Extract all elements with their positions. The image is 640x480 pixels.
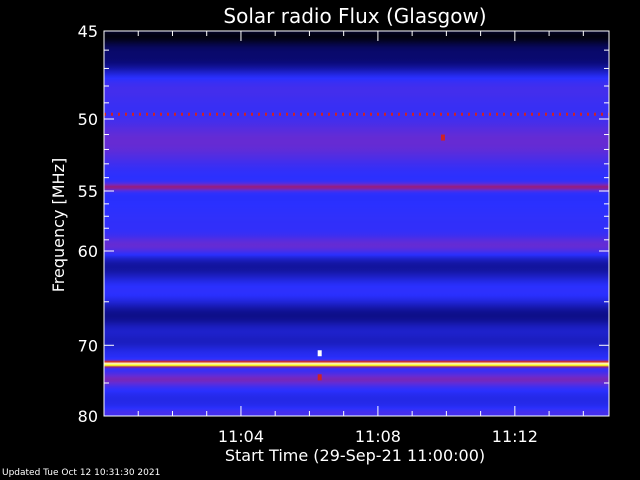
y-tick-label: 50 [78, 110, 98, 129]
burst-event [317, 374, 322, 381]
y-tick-label: 70 [78, 336, 98, 355]
y-tick-label: 55 [78, 182, 98, 201]
x-tick-label: 11:12 [492, 427, 538, 446]
y-tick-label: 80 [78, 407, 98, 426]
x-tick-label: 11:08 [355, 427, 401, 446]
solar-radio-spectrogram: Solar radio Flux (Glasgow) 455055607080 … [49, 4, 610, 465]
burst-event [440, 134, 445, 141]
y-tick-label: 45 [78, 22, 98, 41]
update-timestamp: Updated Tue Oct 12 10:31:30 2021 [2, 468, 161, 478]
y-tick-label: 60 [78, 242, 98, 261]
burst-event [317, 350, 322, 357]
chart-title: Solar radio Flux (Glasgow) [223, 4, 486, 28]
x-tick-label: 11:04 [218, 427, 264, 446]
plot-area [103, 30, 610, 417]
spectrogram-background [104, 31, 609, 416]
x-axis-label: Start Time (29-Sep-21 11:00:00) [225, 446, 485, 465]
y-axis-label: Frequency [MHz] [49, 158, 68, 292]
